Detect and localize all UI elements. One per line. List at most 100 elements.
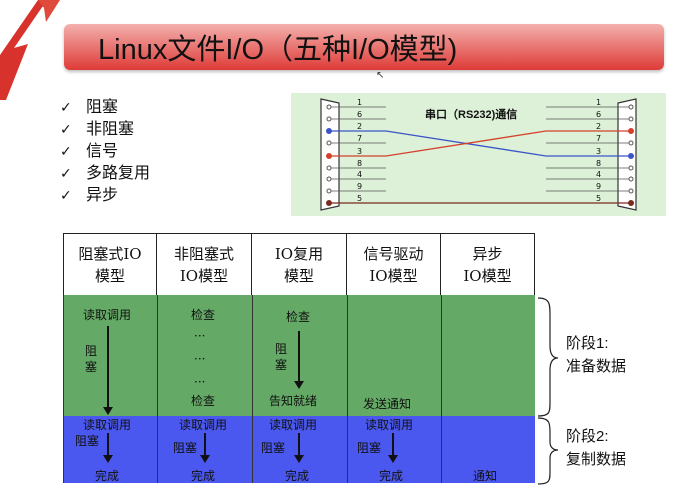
serial-wiring-svg: 1 1 6 6 2 2 7 7 3 3 8 8 4 4 9 9 5 5 串口（RS232)通信: [320, 98, 637, 211]
column-divider: [347, 295, 348, 483]
column-divider: [63, 295, 64, 483]
block-label: 阻塞: [357, 441, 382, 455]
header-line: IO复用: [274, 244, 324, 263]
left-pin: [326, 116, 332, 122]
stage1-brace: [537, 297, 559, 417]
down-arrow-icon: [103, 433, 113, 463]
stage2-label: 阶段2: 复制数据: [566, 425, 626, 471]
header-line: 异步: [472, 244, 503, 263]
left-pin-dot: [326, 153, 332, 159]
right-pin-number: 3: [596, 147, 601, 156]
serial-diagram: 1 1 6 6 2 2 7 7 3 3 8 8 4 4 9 9 5 5 串口（RS232)通信: [291, 93, 666, 216]
block-label: 阻塞: [275, 342, 288, 372]
right-pin-dot: [628, 200, 634, 206]
left-pin-number: 6: [357, 110, 362, 119]
right-pin-number: 9: [596, 182, 601, 191]
check-label: 检查: [286, 310, 311, 324]
list-item-label: 多路复用: [86, 163, 151, 182]
list-item-label: 阻塞: [86, 97, 119, 116]
read-call-label: 读取调用: [83, 308, 132, 322]
left-pin-number: 1: [357, 98, 362, 107]
block-label: 阻塞: [85, 344, 98, 374]
left-pin-number: 3: [357, 147, 362, 156]
notify-label: 发送通知: [363, 397, 412, 411]
stage-title: 阶段1:: [566, 335, 609, 352]
down-arrow-icon: [294, 331, 304, 389]
check-label: 检查: [191, 394, 216, 408]
dots-label: ···: [194, 375, 206, 389]
right-pin-number: 2: [596, 122, 601, 131]
ready-label: 告知就绪: [269, 394, 318, 408]
column-divider: [441, 295, 442, 483]
header-line: 非阻塞式: [173, 244, 234, 263]
left-pin-number: 2: [357, 122, 362, 131]
header-line: IO模型: [179, 266, 229, 285]
list-item: ✓ 异步: [60, 184, 150, 206]
read-call-label: 读取调用: [269, 418, 318, 432]
done-label: 完成: [379, 469, 404, 483]
header-line: 模型: [94, 266, 125, 285]
right-pin-number: 4: [596, 170, 601, 179]
check-icon: ✓: [60, 144, 72, 160]
serial-label: 串口（RS232)通信: [425, 107, 517, 121]
header-line: 模型: [283, 266, 314, 285]
down-arrow-icon: [200, 433, 210, 463]
right-pin: [628, 188, 634, 194]
stage1-label: 阶段1: 准备数据: [566, 332, 626, 378]
done-label: 完成: [95, 469, 120, 483]
right-pin: [628, 116, 634, 122]
notify-label: 通知: [473, 469, 498, 483]
check-icon: ✓: [60, 188, 72, 204]
block-label: 阻塞: [75, 434, 100, 448]
left-pin-number: 8: [357, 159, 362, 168]
read-call-label: 读取调用: [83, 418, 132, 432]
list-item: ✓ 多路复用: [60, 162, 150, 184]
list-item: ✓ 信号: [60, 140, 150, 162]
header-line: IO模型: [463, 266, 512, 285]
left-pin: [326, 140, 332, 146]
stage-title: 阶段2:: [566, 428, 609, 445]
left-pin-number: 7: [357, 134, 362, 143]
check-icon: ✓: [60, 166, 72, 182]
dots-label: ···: [194, 352, 206, 366]
header-line: 信号驱动: [363, 244, 424, 263]
done-label: 完成: [191, 469, 216, 483]
done-label: 完成: [285, 469, 310, 483]
header-multiplexing: IO复用模型: [252, 233, 347, 295]
right-pin-number: 8: [596, 159, 601, 168]
read-call-label: 读取调用: [179, 418, 228, 432]
left-pin-number: 9: [357, 182, 362, 191]
left-pin-dot: [326, 128, 332, 134]
stage-desc: 复制数据: [566, 451, 627, 468]
list-item-label: 信号: [86, 141, 119, 160]
page-title: Linux文件I/O（五种I/O模型): [98, 34, 458, 66]
read-call-label: 读取调用: [365, 418, 414, 432]
down-arrow-icon: [103, 326, 113, 415]
io-model-table: 阻塞式IO 模型 非阻塞式 IO模型 IO复用 模型 信号驱动 IO模型 异步 IO模型 …: [63, 233, 535, 483]
left-pin: [326, 104, 332, 110]
right-pin-number: 7: [596, 134, 601, 143]
left-pin-number: 4: [357, 170, 362, 179]
right-pin: [628, 176, 634, 182]
left-pin-number: 5: [357, 194, 362, 203]
left-pin: [326, 188, 332, 194]
left-pin: [326, 176, 332, 182]
right-pin-dot: [628, 153, 634, 159]
list-item-label: 异步: [86, 185, 119, 204]
left-pin: [326, 165, 332, 171]
check-icon: ✓: [60, 122, 72, 138]
stage-desc: 准备数据: [566, 358, 627, 375]
header-async: 异步 IO模型: [441, 233, 535, 295]
list-item-label: 非阻塞: [86, 119, 135, 138]
tx-wire: [329, 130, 631, 157]
io-model-list: ✓ 阻塞 ✓ 非阻塞 ✓ 信号 ✓ 多路复用 ✓ 异步: [60, 96, 150, 206]
mouse-cursor-icon: ↖: [376, 70, 385, 81]
right-pin: [628, 140, 634, 146]
column-divider: [252, 295, 253, 483]
list-item: ✓ 阻塞: [60, 96, 150, 118]
right-pin: [628, 104, 634, 110]
column-divider: [157, 295, 158, 483]
red-arrow-logo: [0, 0, 60, 100]
header-blocking: 阻塞式IO 模型: [63, 233, 157, 295]
header-nonblocking: 非阻塞式 IO模型: [157, 233, 252, 295]
